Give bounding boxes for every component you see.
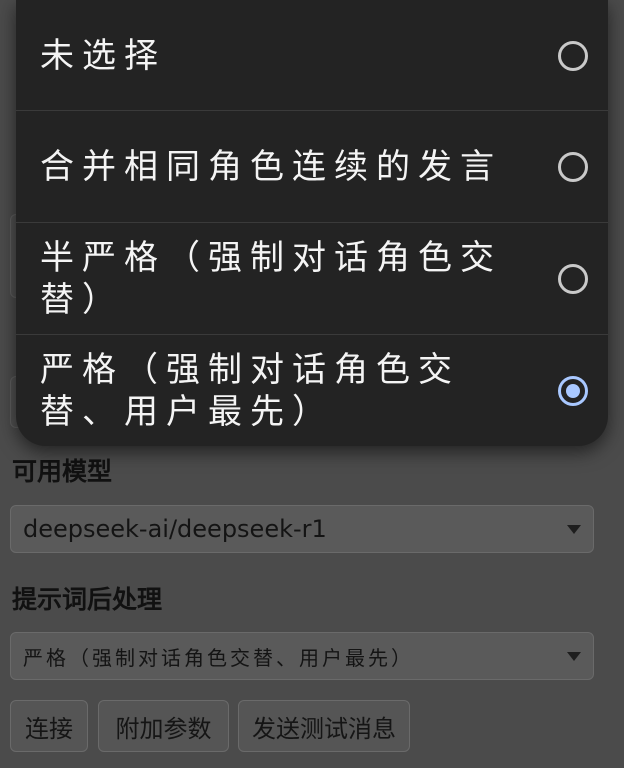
option-label: 合并相同角色连续的发言 [40,146,502,187]
model-select[interactable]: deepseek-ai/deepseek-r1 [10,505,594,553]
option-label: 未选择 [40,36,166,76]
chevron-down-icon [567,524,581,534]
postprocess-select[interactable]: 严格（强制对话角色交替、用户最先） [10,632,594,680]
postprocess-select-value: 严格（强制对话角色交替、用户最先） [23,645,414,670]
prompt-postprocess-dropdown: 未选择 合并相同角色连续的发言 半严格（强制对话角色交替） 严格（强制对话角色交… [16,0,608,446]
option-merge-same-role[interactable]: 合并相同角色连续的发言 [16,110,608,222]
screen: 可用模型 deepseek-ai/deepseek-r1 提示词后处理 严格（强… [0,0,624,768]
send-test-message-button[interactable]: 发送测试消息 [238,700,410,752]
radio-unchecked-icon[interactable] [558,151,588,182]
extra-params-button[interactable]: 附加参数 [98,700,229,752]
model-label: 可用模型 [12,457,113,486]
connect-button[interactable]: 连接 [10,700,88,752]
option-label: 半严格（强制对话角色交替） [40,237,502,320]
option-none[interactable]: 未选择 [16,0,608,112]
postprocess-label: 提示词后处理 [12,585,163,614]
option-semi-strict[interactable]: 半严格（强制对话角色交替） [16,222,608,334]
radio-unchecked-icon[interactable] [558,263,588,294]
model-select-value: deepseek-ai/deepseek-r1 [23,515,327,543]
radio-unchecked-icon[interactable] [558,41,588,71]
radio-checked-icon[interactable] [558,375,588,406]
option-label: 严格（强制对话角色交替、用户最先） [40,349,460,432]
option-strict[interactable]: 严格（强制对话角色交替、用户最先） [16,334,608,446]
chevron-down-icon [567,651,581,661]
